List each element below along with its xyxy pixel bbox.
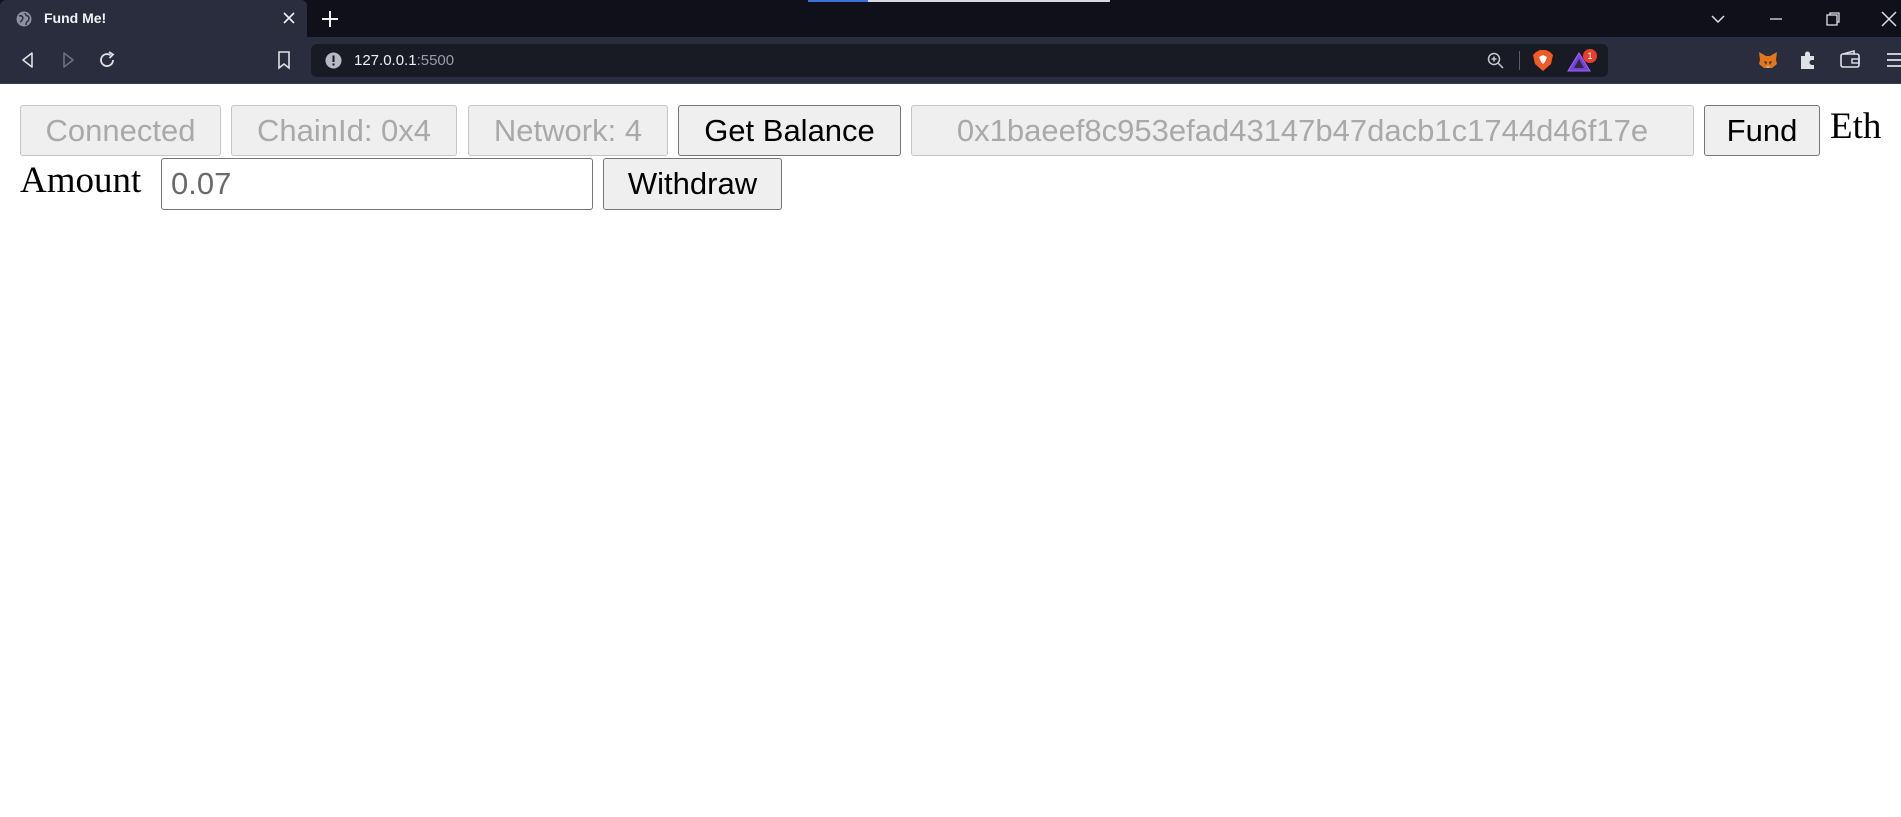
address-bar-divider: [1519, 51, 1520, 70]
tab-title: Fund Me!: [44, 10, 107, 26]
forward-icon[interactable]: [58, 50, 78, 70]
close-window-icon[interactable]: [1880, 10, 1898, 28]
eth-label: Eth: [1830, 106, 1882, 147]
reload-icon[interactable]: [97, 50, 117, 70]
page-content: Connected ChainId: 0x4 Network: 4 Get Ba…: [0, 85, 1901, 817]
zoom-icon[interactable]: [1487, 52, 1504, 69]
fund-button[interactable]: Fund: [1704, 105, 1820, 156]
bookmark-icon[interactable]: [274, 50, 294, 70]
top-progress-fill: [808, 0, 868, 2]
wallet-icon[interactable]: [1839, 49, 1861, 71]
metamask-fox-icon[interactable]: [1757, 49, 1779, 71]
tab-search-chevron-icon[interactable]: [1709, 10, 1727, 28]
new-tab-icon[interactable]: [321, 10, 339, 28]
globe-icon: [16, 11, 32, 27]
connect-button[interactable]: Connected: [20, 105, 221, 156]
browser-toolbar: 127.0.0.1:5500 1: [0, 37, 1901, 84]
minimize-icon[interactable]: [1767, 10, 1785, 28]
brave-rewards-button[interactable]: 1: [1567, 49, 1599, 73]
browser-tab[interactable]: Fund Me!: [0, 0, 307, 37]
menu-icon[interactable]: [1884, 49, 1901, 71]
url-port: :5500: [416, 52, 455, 69]
amount-label: Amount: [20, 160, 142, 201]
withdraw-button[interactable]: Withdraw: [603, 158, 782, 210]
browser-tab-bar: Fund Me!: [0, 0, 1901, 37]
extensions-puzzle-icon[interactable]: [1797, 49, 1819, 71]
account-address-button[interactable]: 0x1baeef8c953efad43147b47dacb1c1744d46f1…: [911, 105, 1694, 156]
url-text[interactable]: 127.0.0.1:5500: [354, 52, 454, 69]
restore-icon[interactable]: [1824, 10, 1842, 28]
chain-id-button[interactable]: ChainId: 0x4: [231, 105, 457, 156]
address-bar[interactable]: 127.0.0.1:5500 1: [311, 44, 1608, 77]
back-icon[interactable]: [18, 50, 38, 70]
eth-amount-input[interactable]: [161, 158, 593, 210]
network-button[interactable]: Network: 4: [468, 105, 668, 156]
url-host: 127.0.0.1: [354, 52, 417, 69]
rewards-badge: 1: [1583, 49, 1597, 63]
site-info-icon[interactable]: [325, 52, 342, 69]
close-tab-icon[interactable]: [282, 11, 296, 25]
get-balance-button[interactable]: Get Balance: [678, 105, 901, 156]
brave-shields-icon[interactable]: [1532, 49, 1554, 72]
